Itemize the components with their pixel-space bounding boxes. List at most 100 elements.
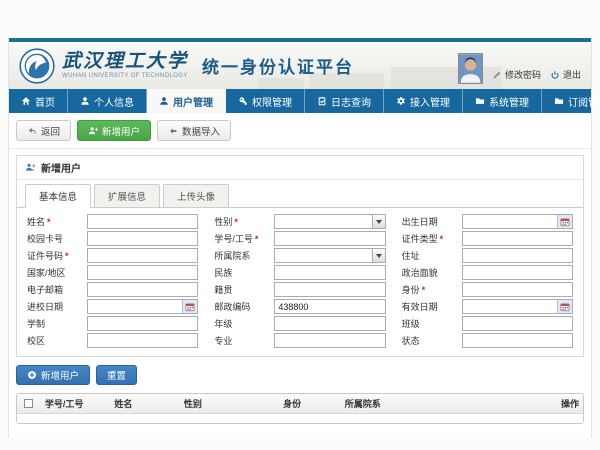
change-password-link[interactable]: 修改密码: [492, 68, 541, 81]
user-icon: [80, 96, 90, 106]
submit-add-user-button[interactable]: 新增用户: [16, 365, 90, 385]
field-label: 校区: [27, 334, 87, 347]
reset-button[interactable]: 重置: [96, 365, 137, 385]
field-label: 进校日期: [27, 300, 87, 313]
field-label: 身份*: [402, 283, 462, 296]
form-field: 民族: [214, 265, 385, 280]
text-input[interactable]: [462, 333, 573, 348]
form-field: 电子邮箱: [27, 282, 198, 297]
user-icon: [159, 96, 169, 106]
field-label: 民族: [214, 266, 274, 279]
form-field: 状态: [402, 333, 573, 348]
nav-item-label: 订阅管理: [568, 94, 600, 109]
required-asterisk: *: [440, 234, 444, 244]
main-content: 返回 新增用户 数据导入 新增用户 基本信息扩: [9, 113, 591, 438]
panel-title-label: 新增用户: [41, 160, 81, 175]
back-label: 返回: [41, 124, 60, 138]
text-input[interactable]: [87, 248, 198, 263]
submit-add-user-label: 新增用户: [41, 368, 79, 382]
field-label: 学制: [27, 317, 87, 330]
form-field: 性别*: [214, 214, 385, 229]
text-input[interactable]: [462, 248, 573, 263]
nav-item[interactable]: 系统管理: [463, 89, 542, 113]
text-input[interactable]: 438800: [274, 299, 385, 314]
form-field: 住址: [402, 248, 573, 263]
form-actions: 新增用户 重置: [16, 365, 584, 385]
users-table: 学号/工号姓名性别身份所属院系操作: [16, 393, 584, 424]
text-input[interactable]: [87, 265, 198, 280]
date-input[interactable]: [462, 214, 573, 229]
nav-item[interactable]: 个人信息: [68, 89, 147, 113]
log-icon: [317, 96, 327, 106]
nav-item[interactable]: 用户管理: [147, 89, 226, 113]
form-field: 班级: [402, 316, 573, 331]
datepicker-button[interactable]: [557, 215, 572, 228]
select-input[interactable]: [274, 214, 385, 229]
nav-item[interactable]: 权限管理: [226, 89, 305, 113]
add-user-toolbar-button[interactable]: 新增用户: [77, 120, 151, 141]
plus-circle-icon: [27, 370, 37, 380]
form-field: 所属院系: [214, 248, 385, 263]
toolbar: 返回 新增用户 数据导入: [9, 113, 591, 149]
tab[interactable]: 基本信息: [25, 184, 91, 208]
back-button[interactable]: 返回: [16, 120, 71, 141]
datepicker-button[interactable]: [182, 300, 197, 313]
new-user-panel: 新增用户 基本信息扩展信息上传头像 姓名*性别*出生日期校园卡号学号/工号*证件…: [16, 155, 584, 357]
form-field: 姓名*: [27, 214, 198, 229]
field-value: 438800: [275, 302, 311, 312]
nav-item-label: 日志查询: [331, 94, 371, 109]
select-all-checkbox[interactable]: [24, 399, 33, 408]
select-input[interactable]: [274, 248, 385, 263]
calendar-icon: [560, 302, 570, 312]
table-header-cell: 所属院系: [341, 397, 557, 410]
date-input[interactable]: [87, 299, 198, 314]
page-title: 统一身份认证平台: [202, 53, 354, 78]
chevron-down-icon: [376, 220, 382, 224]
text-input[interactable]: [274, 333, 385, 348]
main-nav: 首页个人信息用户管理权限管理日志查询接入管理系统管理订阅管理: [9, 89, 591, 113]
nav-item[interactable]: 首页: [9, 89, 68, 113]
field-label: 性别*: [214, 215, 274, 228]
dropdown-button[interactable]: [372, 215, 385, 228]
text-input[interactable]: [462, 265, 573, 280]
text-input[interactable]: [274, 265, 385, 280]
app-window: 武汉理工大学 WUHAN UNIVERSITY OF TECHNOLOGY 统一…: [8, 38, 592, 438]
add-user-color-icon: [25, 162, 36, 173]
text-input[interactable]: [274, 316, 385, 331]
add-user-icon: [88, 126, 98, 136]
text-input[interactable]: [87, 316, 198, 331]
text-input[interactable]: [87, 214, 198, 229]
dropdown-button[interactable]: [372, 249, 385, 262]
data-import-button[interactable]: 数据导入: [157, 120, 231, 141]
table-header-cell: 身份: [279, 397, 341, 410]
field-label: 政治面貌: [402, 266, 462, 279]
calendar-icon: [560, 217, 570, 227]
nav-item[interactable]: 日志查询: [305, 89, 384, 113]
text-input[interactable]: [462, 282, 573, 297]
key-icon: [238, 96, 248, 106]
nav-item[interactable]: 订阅管理: [542, 89, 600, 113]
gear-icon: [396, 96, 406, 106]
field-label: 姓名*: [27, 215, 87, 228]
tab[interactable]: 扩展信息: [94, 184, 160, 208]
form-field: 校园卡号: [27, 231, 198, 246]
text-input[interactable]: [87, 333, 198, 348]
datepicker-button[interactable]: [557, 300, 572, 313]
tab[interactable]: 上传头像: [163, 184, 229, 208]
text-input[interactable]: [274, 282, 385, 297]
required-asterisk: *: [422, 285, 426, 295]
form-field: 出生日期: [402, 214, 573, 229]
logout-label: 退出: [563, 68, 581, 81]
folder-icon: [554, 96, 564, 106]
field-label: 证件类型*: [402, 232, 462, 245]
text-input[interactable]: [462, 231, 573, 246]
nav-item[interactable]: 接入管理: [384, 89, 463, 113]
date-input[interactable]: [462, 299, 573, 314]
field-label: 有效日期: [402, 300, 462, 313]
text-input[interactable]: [462, 316, 573, 331]
new-user-form: 姓名*性别*出生日期校园卡号学号/工号*证件类型*证件号码*所属院系住址国家/地…: [17, 208, 583, 356]
text-input[interactable]: [87, 231, 198, 246]
text-input[interactable]: [274, 231, 385, 246]
text-input[interactable]: [87, 282, 198, 297]
logout-link[interactable]: 退出: [550, 68, 581, 81]
